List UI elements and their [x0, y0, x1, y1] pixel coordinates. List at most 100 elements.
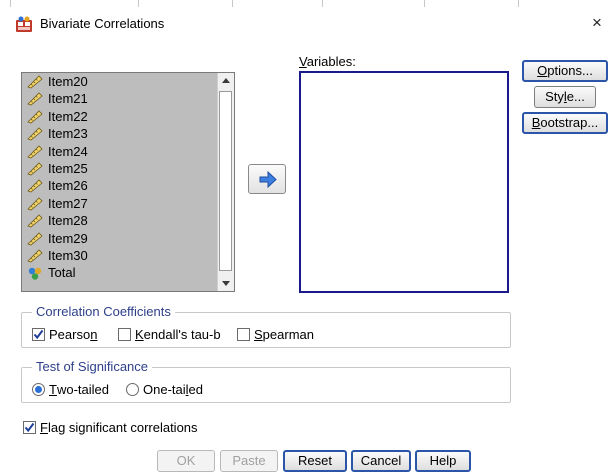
one-tailed-label-rest: ed	[188, 382, 203, 397]
scroll-down-arrow[interactable]	[219, 276, 233, 290]
ruler-scale-icon	[27, 231, 43, 246]
pearson-mnemonic: n	[90, 327, 98, 342]
list-item[interactable]: Item24	[22, 143, 218, 160]
list-item[interactable]: Item27	[22, 195, 218, 212]
kendall-checkbox[interactable]: Kendall's tau-b	[118, 327, 221, 342]
test-of-significance-group: Test of Significance Two-tailed One-tai l…	[21, 359, 511, 403]
list-item[interactable]: Item29	[22, 230, 218, 247]
list-item[interactable]: Item25	[22, 160, 218, 177]
strip-divider	[138, 0, 139, 7]
strip-divider	[424, 0, 425, 7]
list-item-label: Item28	[48, 213, 88, 229]
ruler-scale-icon	[27, 162, 43, 176]
one-tailed-radio-button[interactable]	[126, 383, 139, 396]
kendall-check-box[interactable]	[118, 328, 131, 341]
two-tailed-radio[interactable]: Two-tailed	[32, 382, 109, 397]
list-item-label: Item30	[48, 247, 88, 263]
list-item[interactable]: Item26	[22, 177, 218, 194]
options-rest: ptions...	[547, 63, 593, 78]
list-item-label: Item26	[48, 178, 88, 194]
bootstrap-button[interactable]: Bootstrap...	[522, 112, 608, 134]
ruler-scale-icon	[27, 110, 43, 124]
list-item-label: Item29	[48, 230, 88, 246]
help-button[interactable]: Help	[415, 450, 471, 472]
list-item-label: Total	[48, 265, 76, 281]
spearman-label-rest: pearman	[262, 327, 314, 342]
ruler-scale-icon	[27, 249, 43, 263]
list-item[interactable]: Item28	[22, 212, 218, 229]
pearson-check-box[interactable]	[32, 328, 45, 341]
style-button[interactable]: Style...	[534, 86, 596, 108]
source-list-items: Item20 Item21 Item22 Item23 Item24 Item25 Item…	[22, 73, 218, 282]
kendall-mnemonic: K	[135, 327, 144, 342]
cancel-button[interactable]: Cancel	[351, 450, 411, 472]
flag-significant-checkbox[interactable]: Flag significant correlations	[23, 420, 198, 435]
checkmark-icon	[24, 422, 35, 433]
ruler-scale-icon	[27, 179, 43, 193]
ruler-scale-icon	[27, 214, 43, 228]
source-list-scrollbar[interactable]	[217, 73, 234, 291]
spearman-mnemonic: S	[254, 327, 263, 342]
correlation-coefficients-title: Correlation Coefficients	[32, 304, 175, 319]
ruler-scale-icon	[27, 92, 43, 106]
background-window-strip	[0, 0, 609, 8]
two-tailed-radio-button[interactable]	[32, 383, 45, 396]
pearson-label-pre: Pearso	[49, 327, 91, 342]
ruler-scale-icon	[27, 197, 43, 211]
options-button[interactable]: Options...	[522, 60, 608, 82]
ruler-scale-icon	[27, 127, 43, 141]
list-item-label: Item27	[48, 195, 88, 211]
variables-label: Variables:	[299, 54, 356, 69]
pearson-checkbox[interactable]: Pearso n	[32, 327, 97, 342]
list-item[interactable]: Item21	[22, 90, 218, 107]
reset-button[interactable]: Reset	[283, 450, 347, 472]
style-pre: Sty	[545, 89, 564, 104]
list-item-label: Item22	[48, 108, 88, 124]
list-item[interactable]: Item30	[22, 247, 218, 264]
one-tailed-label-pre: One-tai	[143, 382, 186, 397]
flag-label-rest: lag significant correlations	[47, 420, 198, 435]
list-item[interactable]: Item20	[22, 73, 218, 90]
list-item-label: Item23	[48, 126, 88, 142]
flag-mnemonic: F	[40, 420, 48, 435]
dialog-client-area: Item20 Item21 Item22 Item23 Item24 Item25 Item…	[0, 40, 609, 472]
dialog-title: Bivariate Correlations	[40, 16, 165, 31]
strip-divider	[10, 0, 11, 7]
variables-target-list[interactable]	[299, 71, 509, 293]
scroll-up-arrow[interactable]	[219, 74, 233, 88]
spearman-checkbox[interactable]: Spearman	[237, 327, 314, 342]
source-variable-list[interactable]: Item20 Item21 Item22 Item23 Item24 Item25 Item…	[21, 72, 235, 292]
list-item[interactable]: Total	[22, 264, 218, 281]
strip-divider	[518, 0, 519, 7]
variables-label-rest: ariables:	[306, 54, 356, 69]
test-of-significance-title: Test of Significance	[32, 359, 153, 374]
ruler-scale-icon	[27, 75, 43, 89]
list-item[interactable]: Item22	[22, 108, 218, 125]
strip-divider	[232, 0, 233, 7]
nominal-spheres-icon	[27, 266, 43, 280]
flag-check-box[interactable]	[23, 421, 36, 434]
list-item-label: Item25	[48, 160, 88, 176]
correlation-coefficients-group: Correlation Coefficients Pearso n Kendall…	[21, 304, 511, 348]
list-item-label: Item24	[48, 143, 88, 159]
move-to-variables-button[interactable]	[248, 164, 286, 194]
checkmark-icon	[33, 329, 44, 340]
scroll-thumb[interactable]	[219, 91, 232, 271]
close-button[interactable]: ×	[592, 12, 609, 34]
list-item[interactable]: Item23	[22, 125, 218, 142]
bootstrap-rest: ootstrap...	[540, 115, 599, 130]
list-item-label: Item21	[48, 91, 88, 107]
paste-button[interactable]: Paste	[220, 450, 278, 472]
kendall-label-rest: endall's tau-b	[143, 327, 221, 342]
options-mnemonic: O	[537, 63, 548, 78]
spearman-check-box[interactable]	[237, 328, 250, 341]
two-tailed-mnemonic: T	[49, 382, 57, 397]
list-item-label: Item20	[48, 74, 88, 89]
dialog-titlebar[interactable]: Bivariate Correlations ×	[0, 8, 609, 40]
ruler-scale-icon	[27, 144, 43, 159]
spss-dialog-icon	[15, 16, 33, 33]
two-tailed-label-rest: wo-tailed	[56, 382, 109, 397]
ok-button[interactable]: OK	[157, 450, 215, 472]
strip-divider	[322, 0, 323, 7]
one-tailed-radio[interactable]: One-tai l ed	[126, 382, 203, 397]
